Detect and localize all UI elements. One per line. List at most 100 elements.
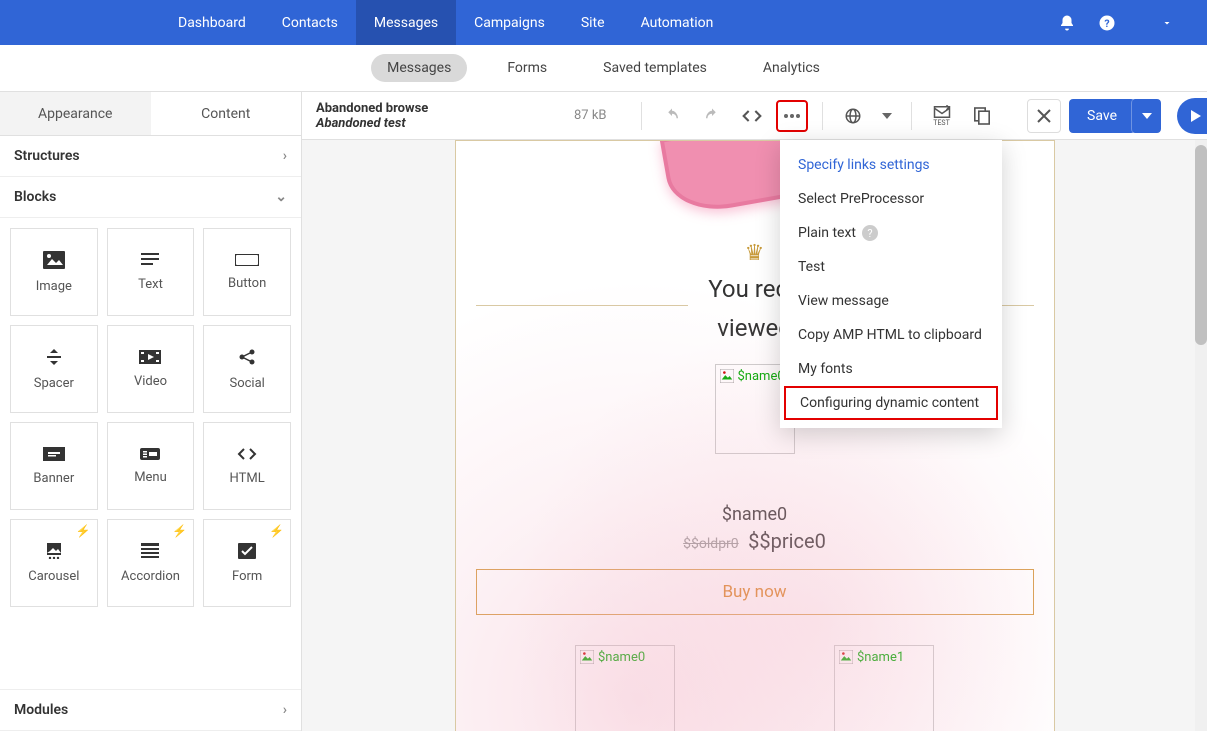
carousel-icon <box>43 543 65 559</box>
block-label: Video <box>134 374 167 389</box>
block-video[interactable]: Video <box>107 325 195 413</box>
block-label: Text <box>138 277 163 292</box>
block-accordion[interactable]: ⚡ Accordion <box>107 519 195 607</box>
test-button[interactable]: TEST <box>926 100 958 132</box>
tab-appearance[interactable]: Appearance <box>0 92 151 135</box>
editor-toolbar: Abandoned browse Abandoned test 87 kB TE… <box>302 92 1207 140</box>
blocks-grid: Image Text Button Spacer Video Social <box>0 218 301 617</box>
dd-view-message[interactable]: View message <box>780 284 1002 318</box>
user-menu[interactable] <box>1127 0 1207 45</box>
more-options-dropdown: Specify links settings Select PreProcess… <box>780 140 1002 428</box>
form-icon <box>238 543 256 559</box>
sub-navigation: Messages Forms Saved templates Analytics <box>0 45 1207 92</box>
editor-area: Abandoned browse Abandoned test 87 kB TE… <box>302 92 1207 731</box>
buy-now-button[interactable]: Buy now <box>476 569 1034 615</box>
notifications-icon[interactable] <box>1047 0 1087 45</box>
menu-icon <box>140 448 160 460</box>
thumb-1-text: $name1 <box>857 650 904 665</box>
block-banner[interactable]: Banner <box>10 422 98 510</box>
old-price: $$oldpr0 <box>683 536 739 552</box>
chevron-right-icon: › <box>283 148 287 164</box>
dd-my-fonts[interactable]: My fonts <box>780 352 1002 386</box>
banner-icon <box>43 447 65 461</box>
block-label: Button <box>228 276 266 291</box>
button-icon <box>235 254 259 266</box>
subnav-forms[interactable]: Forms <box>491 54 563 82</box>
dd-specify-links[interactable]: Specify links settings <box>780 148 1002 182</box>
undo-button[interactable] <box>656 100 688 132</box>
block-button[interactable]: Button <box>203 228 291 316</box>
spacer-icon <box>45 348 63 366</box>
nav-contacts[interactable]: Contacts <box>264 0 356 45</box>
save-caret[interactable] <box>1131 99 1161 133</box>
block-text[interactable]: Text <box>107 228 195 316</box>
subnav-saved-templates[interactable]: Saved templates <box>587 54 723 82</box>
help-icon: ? <box>862 225 878 241</box>
close-button[interactable] <box>1027 99 1061 133</box>
block-carousel[interactable]: ⚡ Carousel <box>10 519 98 607</box>
canvas[interactable]: ♛ You rece viewed $name0 $name0 $$oldpr0 <box>302 140 1207 731</box>
more-options-button[interactable] <box>776 100 808 132</box>
code-button[interactable] <box>736 100 768 132</box>
product-name: $name0 <box>456 504 1054 525</box>
thumb-1[interactable]: $name1 <box>834 645 934 731</box>
dd-select-preprocessor[interactable]: Select PreProcessor <box>780 182 1002 216</box>
new-price: $$price0 <box>748 529 826 553</box>
block-form[interactable]: ⚡ Form <box>203 519 291 607</box>
save-button[interactable]: Save <box>1069 99 1135 133</box>
image-icon <box>43 251 65 269</box>
language-caret[interactable] <box>877 100 897 132</box>
play-button[interactable] <box>1177 98 1207 134</box>
thumb-0-text: $name0 <box>598 650 645 665</box>
thumb-0[interactable]: $name0 <box>575 645 675 731</box>
bolt-icon: ⚡ <box>269 524 284 538</box>
social-icon <box>238 348 256 366</box>
block-label: Carousel <box>28 569 79 584</box>
copy-button[interactable] <box>966 100 998 132</box>
chevron-down-icon: ⌄ <box>275 189 287 205</box>
language-button[interactable] <box>837 100 869 132</box>
nav-automation[interactable]: Automation <box>623 0 732 45</box>
section-modules[interactable]: Modules › <box>0 689 301 731</box>
block-label: Accordion <box>121 569 180 584</box>
block-label: Form <box>232 569 262 584</box>
redo-button[interactable] <box>696 100 728 132</box>
block-label: Banner <box>33 471 74 486</box>
subnav-analytics[interactable]: Analytics <box>747 54 836 82</box>
block-html[interactable]: HTML <box>203 422 291 510</box>
dd-test[interactable]: Test <box>780 250 1002 284</box>
nav-dashboard[interactable]: Dashboard <box>160 0 264 45</box>
dd-copy-amp[interactable]: Copy AMP HTML to clipboard <box>780 318 1002 352</box>
scrollbar-track[interactable] <box>1195 140 1207 731</box>
block-label: Social <box>229 376 264 391</box>
accordion-icon <box>141 543 159 559</box>
section-blocks[interactable]: Blocks ⌄ <box>0 177 301 218</box>
dd-config-dynamic[interactable]: Configuring dynamic content <box>784 386 998 420</box>
section-structures-label: Structures <box>14 148 80 164</box>
nav-campaigns[interactable]: Campaigns <box>456 0 563 45</box>
help-icon[interactable]: ? <box>1087 0 1127 45</box>
dd-plain-text[interactable]: Plain text ? <box>780 216 1002 250</box>
block-image[interactable]: Image <box>10 228 98 316</box>
text-icon <box>141 253 159 267</box>
video-icon <box>139 350 161 364</box>
block-social[interactable]: Social <box>203 325 291 413</box>
price-row: $$oldpr0 $$price0 <box>456 529 1054 553</box>
left-sidebar: Appearance Content Structures › Blocks ⌄… <box>0 92 302 731</box>
subnav-messages[interactable]: Messages <box>371 54 467 82</box>
broken-image-icon <box>580 650 594 664</box>
block-menu[interactable]: Menu <box>107 422 195 510</box>
message-title-group: Abandoned browse Abandoned test <box>316 101 566 131</box>
nav-messages[interactable]: Messages <box>356 0 456 45</box>
nav-site[interactable]: Site <box>563 0 623 45</box>
product-placeholder-text: $name0 <box>738 369 785 384</box>
file-size: 87 kB <box>574 108 607 123</box>
dd-plain-text-label: Plain text <box>798 225 856 241</box>
scrollbar-thumb[interactable] <box>1195 145 1207 345</box>
block-label: Spacer <box>34 376 74 391</box>
block-spacer[interactable]: Spacer <box>10 325 98 413</box>
section-structures[interactable]: Structures › <box>0 136 301 177</box>
chevron-right-icon: › <box>283 702 287 718</box>
tab-content[interactable]: Content <box>151 92 302 135</box>
svg-text:?: ? <box>1104 16 1109 29</box>
